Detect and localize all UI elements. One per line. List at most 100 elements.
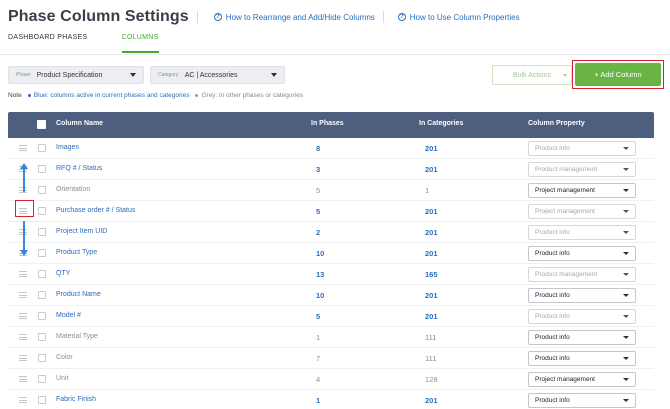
in-categories-count[interactable]: 165 (425, 270, 438, 279)
tab-dashboard-phases[interactable]: DASHBOARD PHASES (8, 34, 88, 53)
row-checkbox[interactable] (38, 165, 46, 173)
in-phases-count[interactable]: 1 (316, 333, 320, 342)
in-categories-count[interactable]: 201 (425, 396, 438, 405)
column-property-select[interactable]: Project management (528, 183, 636, 198)
column-name-link[interactable]: Fabric Finish (56, 396, 96, 403)
bulk-actions-label: Bulk Actions (512, 71, 552, 79)
row-checkbox[interactable] (38, 144, 46, 152)
drag-handle-icon[interactable] (19, 271, 27, 277)
add-column-button[interactable]: + Add Column (575, 63, 661, 86)
row-checkbox[interactable] (38, 207, 46, 215)
column-name-link[interactable]: Product Name (56, 291, 101, 298)
column-property-select[interactable]: Product info (528, 288, 636, 303)
column-name-link[interactable]: Orientation (56, 186, 90, 193)
in-categories-count[interactable]: 201 (425, 291, 438, 300)
column-name-link[interactable]: QTY (56, 270, 70, 277)
column-name-link[interactable]: Color (56, 354, 73, 361)
column-property-select[interactable]: Product info (528, 225, 636, 240)
arrow-down-icon (20, 250, 28, 256)
row-checkbox[interactable] (38, 396, 46, 404)
in-phases-count[interactable]: 5 (316, 312, 320, 321)
column-property-select[interactable]: Product info (528, 246, 636, 261)
chevron-down-icon (623, 336, 629, 339)
in-phases-count[interactable]: 10 (316, 291, 324, 300)
column-property-select[interactable]: Project management (528, 372, 636, 387)
in-categories-count[interactable]: 128 (425, 375, 438, 384)
row-checkbox[interactable] (38, 312, 46, 320)
drag-handle-icon[interactable] (19, 145, 27, 151)
column-name-link[interactable]: Product Type (56, 249, 97, 256)
row-checkbox[interactable] (38, 228, 46, 236)
column-property-select[interactable]: Project management (528, 204, 636, 219)
in-categories-count[interactable]: 201 (425, 228, 438, 237)
row-checkbox[interactable] (38, 270, 46, 278)
column-property-select[interactable]: Product info (528, 330, 636, 345)
category-select[interactable]: Category: AC | Accessories (150, 66, 285, 84)
tab-columns[interactable]: COLUMNS (121, 34, 159, 53)
column-name-link[interactable]: Material Type (56, 333, 98, 340)
in-categories-count[interactable]: 111 (425, 333, 436, 342)
row-checkbox[interactable] (38, 249, 46, 257)
column-property-value: Product info (535, 250, 570, 257)
column-name-link[interactable]: Unit (56, 375, 68, 382)
column-property-value: Product info (535, 313, 570, 320)
table-row: Material Type 1 111 Product info (8, 327, 654, 348)
row-checkbox[interactable] (38, 186, 46, 194)
column-name-link[interactable]: RFQ # / Status (56, 165, 102, 172)
arrow-up-shaft (23, 168, 25, 192)
in-phases-count[interactable]: 2 (316, 228, 320, 237)
column-property-select[interactable]: Product management (528, 267, 636, 282)
in-phases-count[interactable]: 8 (316, 144, 320, 153)
drag-handle-icon[interactable] (19, 376, 27, 382)
in-categories-count[interactable]: 201 (425, 165, 438, 174)
select-all-checkbox[interactable] (37, 120, 46, 129)
drag-handle-icon[interactable] (19, 397, 27, 403)
in-phases-count[interactable]: 3 (316, 165, 320, 174)
column-property-select[interactable]: Product info (528, 351, 636, 366)
column-property-select[interactable]: Product info (528, 309, 636, 324)
in-phases-count[interactable]: 5 (316, 207, 320, 216)
in-phases-count[interactable]: 13 (316, 270, 324, 279)
tabs-divider (0, 54, 670, 55)
in-categories-count[interactable]: 201 (425, 312, 438, 321)
in-categories-count[interactable]: 201 (425, 207, 438, 216)
help-link-column-properties[interactable]: ? How to Use Column Properties (397, 13, 520, 22)
help-link-rearrange[interactable]: ? How to Rearrange and Add/Hide Columns (213, 13, 375, 22)
filter-bar: Phase: Product Specification Category: A… (8, 60, 664, 89)
column-property-select[interactable]: Product management (528, 162, 636, 177)
phase-select-value: Product Specification (36, 71, 103, 79)
column-name-link[interactable]: Images (56, 144, 79, 151)
in-categories-count[interactable]: 1 (425, 186, 429, 195)
chevron-down-icon (623, 273, 629, 276)
in-phases-count[interactable]: 7 (316, 354, 320, 363)
column-property-value: Project management (535, 208, 595, 215)
phase-select[interactable]: Phase: Product Specification (8, 66, 144, 84)
row-checkbox[interactable] (38, 375, 46, 383)
settings-tabs: DASHBOARD PHASES COLUMNS (8, 34, 193, 53)
row-checkbox[interactable] (38, 291, 46, 299)
column-name-link[interactable]: Model # (56, 312, 81, 319)
header-in-phases: In Phases (311, 120, 344, 127)
row-checkbox[interactable] (38, 354, 46, 362)
column-property-value: Product management (535, 271, 598, 278)
column-property-select[interactable]: Product info (528, 393, 636, 408)
chevron-down-icon (563, 74, 567, 77)
in-phases-count[interactable]: 1 (316, 396, 320, 405)
drag-handle-icon[interactable] (19, 355, 27, 361)
in-categories-count[interactable]: 201 (425, 249, 438, 258)
in-phases-count[interactable]: 10 (316, 249, 324, 258)
drag-handle-icon[interactable] (19, 292, 27, 298)
column-property-select[interactable]: Product info (528, 141, 636, 156)
table-row: Model # 5 201 Product info (8, 306, 654, 327)
in-categories-count[interactable]: 111 (425, 354, 436, 363)
drag-handle-icon[interactable] (19, 313, 27, 319)
in-phases-count[interactable]: 5 (316, 186, 320, 195)
column-name-link[interactable]: Project Item UID (56, 228, 107, 235)
in-categories-count[interactable]: 201 (425, 144, 438, 153)
row-checkbox[interactable] (38, 333, 46, 341)
help-icon: ? (397, 13, 406, 21)
column-name-link[interactable]: Purchase order # / Status (56, 207, 135, 214)
in-phases-count[interactable]: 4 (316, 375, 320, 384)
drag-handle-icon[interactable] (19, 334, 27, 340)
bulk-actions-button[interactable]: Bulk Actions (492, 65, 572, 85)
